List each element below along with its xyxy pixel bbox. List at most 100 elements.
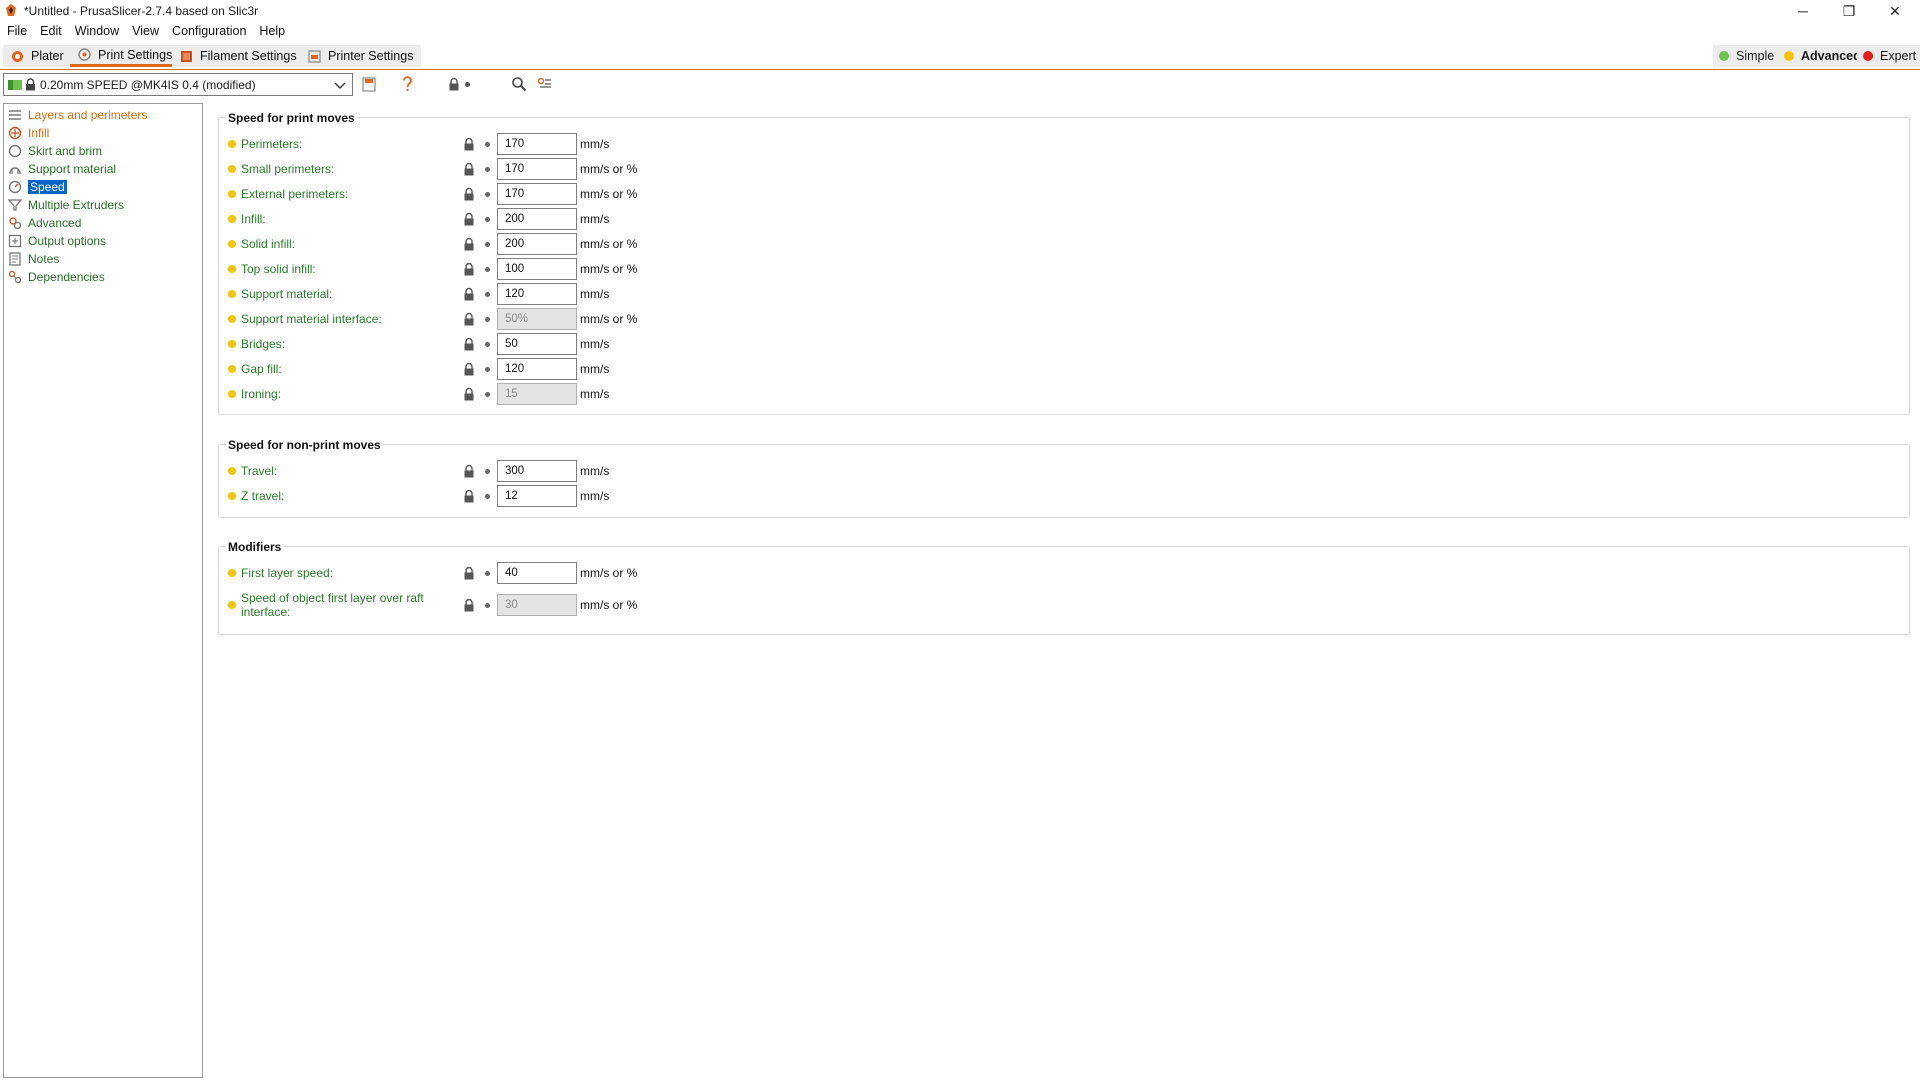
saved-value-dot-icon[interactable]	[485, 571, 490, 576]
unit-label: mm/s or %	[580, 598, 638, 612]
unit-label: mm/s or %	[580, 312, 638, 326]
system-value-lock-icon[interactable]	[463, 362, 475, 376]
saved-value-dot-icon[interactable]	[485, 603, 490, 608]
sidebar-item-speed[interactable]: Speed	[8, 178, 67, 195]
system-value-lock-icon[interactable]	[463, 489, 475, 503]
system-value-lock-icon[interactable]	[463, 212, 475, 226]
saved-value-dot-icon[interactable]	[485, 317, 490, 322]
system-value-lock-icon[interactable]	[463, 287, 475, 301]
saved-value-dot-icon[interactable]	[485, 342, 490, 347]
speed-input-first-layer-speed[interactable]: 40	[497, 562, 577, 584]
close-button[interactable]: ✕	[1872, 0, 1918, 22]
system-value-lock-icon[interactable]	[463, 137, 475, 151]
system-value-lock-icon[interactable]	[463, 262, 475, 276]
option-label[interactable]: Infill:	[241, 212, 266, 226]
speed-input-bridges[interactable]: 50	[497, 333, 577, 355]
option-label[interactable]: Gap fill:	[241, 362, 282, 376]
saved-value-dot-icon[interactable]	[485, 217, 490, 222]
sidebar-item-multiple-extruders[interactable]: Multiple Extruders	[8, 196, 124, 213]
speed-input-z-travel[interactable]: 12	[497, 485, 577, 507]
mode-label: Advanced	[1801, 49, 1861, 63]
option-label[interactable]: First layer speed:	[241, 566, 333, 580]
settings-tree-button[interactable]	[537, 75, 552, 93]
mode-simple[interactable]: Simple	[1713, 45, 1781, 67]
print-preset-select[interactable]: 0.20mm SPEED @MK4IS 0.4 (modified)	[3, 73, 353, 96]
saved-value-dot-icon[interactable]	[485, 494, 490, 499]
system-value-lock-icon[interactable]	[463, 464, 475, 478]
system-value-lock-icon[interactable]	[463, 566, 475, 580]
option-label[interactable]: Perimeters:	[241, 137, 302, 151]
speed-input-solid-infill[interactable]: 200	[497, 233, 577, 255]
mode-label: Simple	[1736, 49, 1775, 63]
lock-legend-button[interactable]	[448, 75, 470, 93]
search-button[interactable]	[511, 75, 527, 93]
compare-presets-button[interactable]	[402, 75, 413, 93]
prusaslicer-logo-icon	[6, 4, 16, 16]
saved-value-dot-icon[interactable]	[485, 292, 490, 297]
menu-edit[interactable]: Edit	[33, 22, 68, 42]
option-label[interactable]: Z travel:	[241, 489, 284, 503]
system-value-lock-icon[interactable]	[463, 598, 475, 612]
maximize-button[interactable]: ❐	[1826, 0, 1872, 22]
minimize-button[interactable]: ─	[1780, 0, 1826, 22]
option-label[interactable]: Speed of object first layer over raft in…	[241, 591, 431, 619]
speed-input-infill[interactable]: 200	[497, 208, 577, 230]
option-label[interactable]: Solid infill:	[241, 237, 295, 251]
speed-input-perimeters[interactable]: 170	[497, 133, 577, 155]
system-value-lock-icon[interactable]	[463, 312, 475, 326]
option-label[interactable]: Support material interface:	[241, 312, 382, 326]
sidebar-item-layers-and-perimeters[interactable]: Layers and perimeters	[8, 106, 147, 123]
saved-value-dot-icon[interactable]	[485, 167, 490, 172]
option-label[interactable]: Ironing:	[241, 387, 281, 401]
tab-plater[interactable]: Plater	[3, 45, 72, 67]
group-title: Modifiers	[226, 540, 284, 554]
option-label[interactable]: Support material:	[241, 287, 332, 301]
option-label[interactable]: Bridges:	[241, 337, 285, 351]
sidebar-item-advanced[interactable]: Advanced	[8, 214, 81, 231]
saved-value-dot-icon[interactable]	[485, 242, 490, 247]
saved-value-dot-icon[interactable]	[485, 142, 490, 147]
sidebar-item-skirt-and-brim[interactable]: Skirt and brim	[8, 142, 102, 159]
question-icon	[403, 76, 412, 92]
saved-value-dot-icon[interactable]	[485, 392, 490, 397]
option-label[interactable]: External perimeters:	[241, 187, 348, 201]
sidebar-item-support-material[interactable]: Support material	[8, 160, 116, 177]
filament-icon	[181, 50, 192, 62]
menu-help[interactable]: Help	[252, 22, 291, 42]
speed-input-gap-fill[interactable]: 120	[497, 358, 577, 380]
saved-value-dot-icon[interactable]	[485, 469, 490, 474]
speed-input-external-perimeters[interactable]: 170	[497, 183, 577, 205]
option-label[interactable]: Top solid infill:	[241, 262, 316, 276]
tab-printer-settings[interactable]: Printer Settings	[300, 45, 422, 67]
menu-configuration[interactable]: Configuration	[165, 22, 252, 42]
speed-input-support-material[interactable]: 120	[497, 283, 577, 305]
sidebar-item-notes[interactable]: Notes	[8, 250, 59, 267]
option-row-gap-fill: Gap fill:	[228, 358, 282, 380]
mode-expert[interactable]: Expert	[1857, 45, 1920, 67]
system-value-lock-icon[interactable]	[463, 337, 475, 351]
sidebar-item-dependencies[interactable]: Dependencies	[8, 268, 105, 285]
menu-window[interactable]: Window	[68, 22, 125, 42]
speed-input-travel[interactable]: 300	[497, 460, 577, 482]
speed-input-small-perimeters[interactable]: 170	[497, 158, 577, 180]
print-settings-icon	[78, 48, 91, 61]
speed-input-top-solid-infill[interactable]: 100	[497, 258, 577, 280]
system-value-lock-icon[interactable]	[463, 237, 475, 251]
sidebar-item-output-options[interactable]: Output options	[8, 232, 106, 249]
saved-value-dot-icon[interactable]	[485, 267, 490, 272]
menu-view[interactable]: View	[125, 22, 165, 42]
system-value-lock-icon[interactable]	[463, 162, 475, 176]
save-preset-button[interactable]	[362, 75, 376, 93]
tab-filament-settings[interactable]: Filament Settings	[172, 45, 305, 67]
mode-advanced[interactable]: Advanced	[1778, 45, 1867, 67]
option-label[interactable]: Travel:	[241, 464, 277, 478]
option-label[interactable]: Small perimeters:	[241, 162, 334, 176]
saved-value-dot-icon[interactable]	[485, 367, 490, 372]
system-value-lock-icon[interactable]	[463, 387, 475, 401]
sidebar-item-infill[interactable]: Infill	[8, 124, 49, 141]
saved-value-dot-icon[interactable]	[485, 192, 490, 197]
tab-print-settings[interactable]: Print Settings	[70, 45, 181, 67]
system-value-lock-icon[interactable]	[463, 187, 475, 201]
output-icon	[8, 234, 22, 247]
menu-file[interactable]: File	[0, 22, 33, 42]
